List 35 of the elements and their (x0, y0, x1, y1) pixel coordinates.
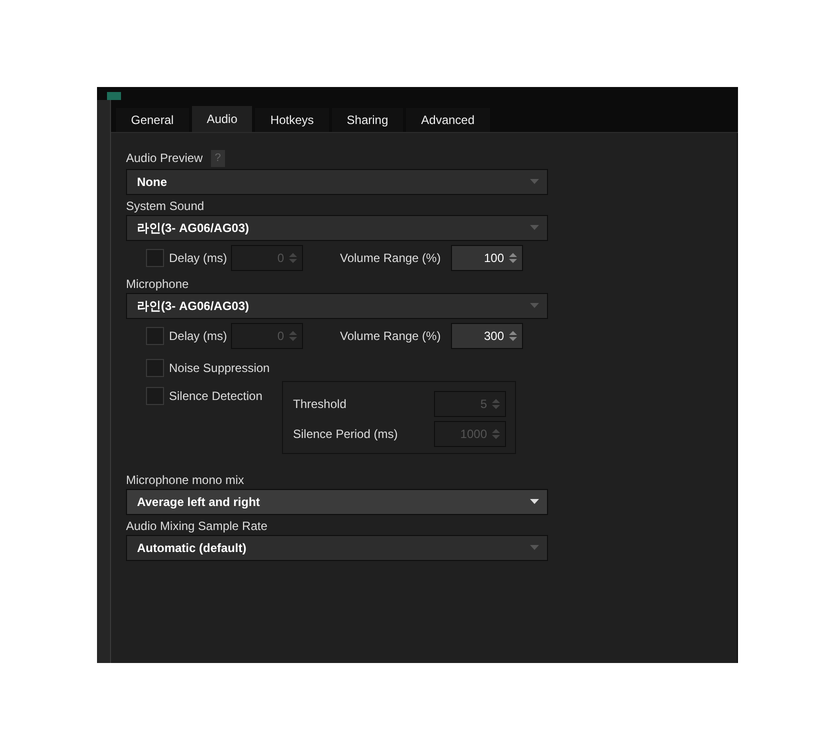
checkbox-label: Silence Detection (169, 388, 262, 404)
field-label: Audio Preview (126, 151, 203, 166)
tab[interactable]: Sharing (332, 108, 404, 132)
tab[interactable]: Hotkeys (255, 108, 329, 132)
spin-arrows-icon (509, 330, 517, 342)
spin-arrows-icon (289, 252, 297, 264)
dropdown-arrow-icon (530, 499, 539, 504)
tab[interactable]: Audio (192, 106, 252, 132)
spin-field[interactable]: 100 (451, 244, 523, 270)
tab[interactable]: Advanced (406, 108, 490, 132)
field-label: Threshold (293, 396, 348, 412)
checkbox-label: Noise Suppression (169, 360, 270, 376)
field-label: Microphone mono mix (126, 472, 246, 486)
spin-arrows-icon (289, 330, 297, 342)
dropdown-arrow-icon (530, 545, 539, 550)
dropdown[interactable]: Average left and right (126, 488, 548, 514)
spin-arrows-icon (509, 252, 517, 264)
tab[interactable]: General (116, 108, 189, 132)
field-label: Silence Period (ms) (293, 426, 399, 442)
field-label: Audio Mixing Sample Rate (126, 518, 268, 532)
field-label: Volume Range (%) (340, 250, 441, 266)
field-label: System Sound (126, 198, 206, 212)
field-label: Volume Range (%) (340, 328, 441, 344)
spin-field[interactable]: 300 (451, 322, 523, 348)
app-icon (107, 92, 121, 100)
checkbox-label: Delay (ms) (169, 328, 228, 344)
field-label: Microphone (126, 276, 190, 290)
spin-arrows-icon (492, 398, 500, 410)
dropdown-arrow-icon (530, 225, 539, 230)
checkbox[interactable] (146, 386, 164, 404)
dropdown-arrow-icon (530, 303, 539, 308)
checkbox[interactable] (146, 358, 164, 376)
spin-arrows-icon (492, 428, 500, 440)
dropdown-arrow-icon (530, 179, 539, 184)
checkbox-label: Delay (ms) (169, 250, 228, 266)
